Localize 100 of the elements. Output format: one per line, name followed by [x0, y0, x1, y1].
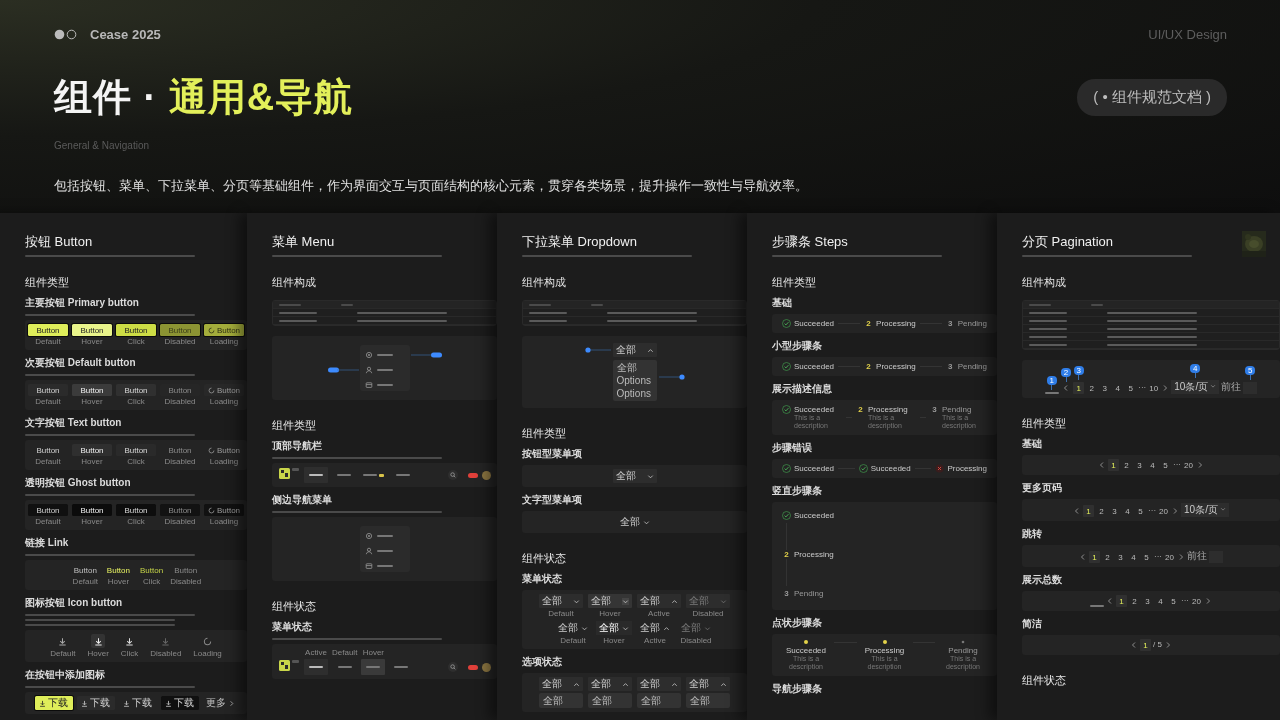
nav-tab[interactable]: [304, 659, 328, 675]
avatar[interactable]: [482, 663, 491, 672]
page-button[interactable]: 2: [1096, 505, 1108, 517]
dropdown-option[interactable]: Options: [612, 387, 657, 400]
dropdown-option[interactable]: 全部: [539, 694, 583, 707]
download-button[interactable]: 下载: [34, 696, 73, 710]
page-button[interactable]: 20: [1164, 551, 1175, 563]
page-button[interactable]: 5: [1135, 505, 1147, 517]
chevron-left-icon[interactable]: [1079, 553, 1087, 561]
button[interactable]: Button: [204, 324, 244, 336]
dropdown-option[interactable]: 全部: [686, 694, 730, 707]
chevron-up-icon: [622, 680, 629, 688]
button[interactable]: Button: [116, 444, 156, 456]
page-button[interactable]: 3: [1109, 505, 1121, 517]
dropdown-field[interactable]: 全部: [612, 343, 657, 357]
page-button[interactable]: 2: [1086, 382, 1098, 394]
chevron-left-icon[interactable]: [1106, 597, 1114, 605]
chevron-left-icon[interactable]: [1098, 461, 1106, 469]
button[interactable]: Button: [137, 564, 167, 576]
search-icon[interactable]: [448, 662, 458, 672]
button[interactable]: Button: [160, 324, 200, 336]
page-button[interactable]: 4: [1112, 382, 1124, 394]
search-icon[interactable]: [448, 470, 458, 480]
dropdown-field[interactable]: 全部: [612, 469, 657, 483]
chevron-right-icon[interactable]: [1196, 461, 1204, 469]
dropdown-option[interactable]: Options: [612, 374, 657, 387]
chevron-right-icon[interactable]: [1171, 507, 1180, 515]
dropdown-field[interactable]: 全部: [539, 677, 583, 691]
page-button[interactable]: 5: [1160, 459, 1171, 471]
dropdown-field[interactable]: 全部: [637, 594, 681, 608]
icon-button[interactable]: [91, 634, 106, 648]
page-button[interactable]: 4: [1122, 505, 1134, 517]
button[interactable]: Button: [28, 384, 68, 396]
button[interactable]: Button: [204, 504, 244, 516]
dropdown-field[interactable]: 全部: [555, 621, 591, 635]
dropdown-field[interactable]: 全部: [596, 621, 632, 635]
button[interactable]: Button: [171, 564, 201, 576]
button[interactable]: Button: [70, 564, 100, 576]
chevron-right-icon[interactable]: [1177, 553, 1185, 561]
page-button[interactable]: 1: [1108, 459, 1119, 471]
page-button[interactable]: 5: [1168, 595, 1179, 607]
dropdown-field[interactable]: 全部: [588, 677, 632, 691]
page-button[interactable]: 2: [1129, 595, 1140, 607]
page-button[interactable]: 3: [1142, 595, 1153, 607]
dropdown-option[interactable]: 全部: [637, 694, 681, 707]
button[interactable]: Button: [103, 564, 133, 576]
button[interactable]: Button: [28, 444, 68, 456]
button[interactable]: Button: [72, 384, 112, 396]
button[interactable]: Button: [204, 444, 244, 456]
download-button[interactable]: 下载: [118, 696, 157, 710]
button[interactable]: Button: [160, 504, 200, 516]
button[interactable]: Button: [160, 444, 200, 456]
dropdown-field[interactable]: 全部: [637, 621, 673, 635]
button[interactable]: Button: [28, 504, 68, 516]
dropdown-field[interactable]: 全部: [616, 515, 653, 529]
page-size-select[interactable]: 10条/页: [1181, 503, 1229, 517]
more-link[interactable]: 更多: [202, 696, 238, 710]
button[interactable]: Button: [116, 324, 156, 336]
spinner-icon: [203, 636, 213, 646]
page-button[interactable]: 1: [1083, 505, 1095, 517]
page-title: 组件 · 通用&导航: [54, 75, 354, 120]
page-button[interactable]: 10: [1148, 382, 1160, 394]
page-size-select[interactable]: 10条/页: [1171, 380, 1220, 394]
button[interactable]: Button: [116, 504, 156, 516]
button[interactable]: Button: [116, 384, 156, 396]
page-button[interactable]: 20: [1158, 505, 1170, 517]
dropdown-field[interactable]: 全部: [637, 677, 681, 691]
dropdown-option[interactable]: 全部: [612, 361, 657, 374]
nav-tab[interactable]: [304, 467, 328, 483]
dropdown-field[interactable]: 全部: [539, 594, 583, 608]
page-button[interactable]: 5: [1141, 551, 1152, 563]
page-button[interactable]: 4: [1155, 595, 1166, 607]
page-button[interactable]: 4: [1128, 551, 1139, 563]
button[interactable]: Button: [28, 324, 68, 336]
page-button[interactable]: 3: [1099, 382, 1111, 394]
page-button[interactable]: 1: [1073, 382, 1085, 394]
button[interactable]: Button: [204, 384, 244, 396]
page-button[interactable]: 20: [1191, 595, 1202, 607]
page-button[interactable]: 4: [1147, 459, 1158, 471]
button[interactable]: Button: [72, 444, 112, 456]
button[interactable]: Button: [72, 324, 112, 336]
page-button[interactable]: 1: [1140, 639, 1152, 651]
button[interactable]: Button: [72, 504, 112, 516]
page-button[interactable]: 2: [1121, 459, 1132, 471]
avatar[interactable]: [482, 471, 491, 480]
page-button[interactable]: 2: [1102, 551, 1113, 563]
download-button[interactable]: 下载: [160, 696, 199, 710]
dropdown-field[interactable]: 全部: [588, 594, 632, 608]
page-button[interactable]: 1: [1089, 551, 1100, 563]
page-button[interactable]: 5: [1125, 382, 1137, 394]
page-button[interactable]: 20: [1183, 459, 1194, 471]
state-caption: Hover: [603, 636, 625, 645]
chevron-right-icon[interactable]: [1161, 384, 1170, 392]
page-button[interactable]: 1: [1116, 595, 1127, 607]
dropdown-field[interactable]: 全部: [686, 677, 730, 691]
dropdown-option[interactable]: 全部: [588, 694, 632, 707]
page-button[interactable]: 3: [1115, 551, 1126, 563]
page-button[interactable]: 3: [1134, 459, 1145, 471]
chevron-right-icon[interactable]: [1204, 597, 1212, 605]
download-button[interactable]: 下载: [76, 696, 115, 710]
